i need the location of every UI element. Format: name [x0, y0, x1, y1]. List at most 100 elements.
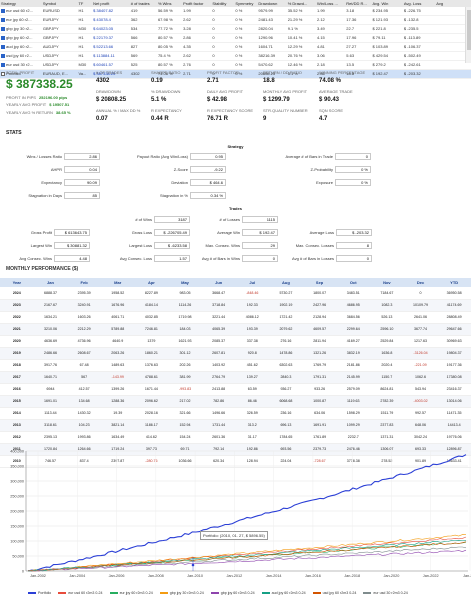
month-header[interactable]: Jan [33, 278, 68, 287]
metric-value: 76.71 R [207, 116, 229, 122]
profit-in-pips: PROFIT IN PIPS 252196.00 pips [6, 95, 68, 100]
column-header[interactable]: % Drawd... [286, 0, 316, 7]
metric-cell: MONTHLY AVG PROFIT $ 1299.79 [263, 89, 321, 103]
month-header[interactable]: YTD [437, 278, 471, 287]
column-header[interactable]: Avg [435, 0, 471, 7]
column-header[interactable]: Win/Loss ... [315, 0, 346, 7]
month-header[interactable]: Nov [370, 278, 404, 287]
y-tick-label: 250,000 [10, 494, 24, 498]
legend-item[interactable]: gbp jpy 60 r2m3 0-24 [210, 591, 255, 595]
month-cell: 3718.84 [201, 299, 236, 312]
column-header[interactable]: Symbol [41, 0, 78, 7]
column-header[interactable]: Profit factor [182, 0, 212, 7]
strategy-row[interactable]: aud jpy 60 r2... AUDJPY H1 $ 52213.66 827 80.… [0, 42, 471, 52]
column-header[interactable]: Drawdown [257, 0, 287, 7]
month-header[interactable]: Mar [100, 278, 135, 287]
column-header[interactable]: Avg. Win [371, 0, 403, 7]
stat-label: Gross Profit [30, 230, 52, 235]
cell-text: 2481.43 [258, 17, 273, 22]
table-scrollbar[interactable] [465, 7, 471, 63]
cell-text: H1 [78, 44, 84, 49]
month-header[interactable]: Oct [336, 278, 371, 287]
stat-value: 8 [336, 242, 372, 249]
month-header[interactable]: Jul [235, 278, 270, 287]
stat-field: Max. Consec. Losses 8 [286, 242, 372, 249]
table-cell: 80.57 % [156, 33, 183, 43]
strategy-row[interactable]: usd jpy 60 r2... USDJPY H1 $ 113884.11 569 75… [0, 51, 471, 61]
table-cell: 5.63 [345, 51, 372, 61]
month-cell: 1640.71 [33, 371, 68, 384]
legend-item[interactable]: eur usd 30 r2m3 0-24 [363, 591, 408, 595]
metric-label: DAILY AVG PROFIT [207, 89, 244, 94]
cell-text: $ 64023.05 [93, 26, 114, 31]
month-cell: 1691.01 [33, 395, 68, 408]
legend-label: eur jpy 60 r2m3 0-24 [119, 591, 153, 595]
column-header[interactable]: Net profit [92, 0, 130, 7]
cell-text: 0 % [235, 35, 243, 40]
row-checkbox[interactable] [1, 26, 5, 31]
month-header[interactable]: Aug [269, 278, 303, 287]
month-cell: -221.09 [403, 359, 438, 372]
metrics-panel: TOTAL PROFIT $ 387338.25 PROFIT IN PIPS 2… [0, 67, 471, 129]
row-checkbox[interactable] [1, 35, 5, 40]
cell-text: gbp jpy 60 r2... [6, 35, 33, 40]
month-header[interactable]: Jun [201, 278, 236, 287]
strategy-row[interactable]: eur jpy 60 r2... EURJPY H1 $ 43078.4 362 67.9… [0, 15, 471, 25]
column-header[interactable]: Ret/DD R... [345, 0, 372, 7]
column-header[interactable]: Stability [211, 0, 235, 7]
scrollbar-thumb[interactable] [467, 10, 471, 50]
table-cell: 0 [211, 42, 235, 52]
table-cell: 80.05 % [156, 42, 183, 52]
month-cell: 2601.36 [201, 431, 236, 444]
month-cell: 1379 [134, 335, 169, 348]
strategy-row[interactable]: eur usd 60 r2... EURUSD H1 $ 38407.82 419 56.… [0, 7, 471, 16]
cell-text: $ 79.11 [372, 35, 386, 40]
row-checkbox[interactable] [1, 44, 5, 49]
column-header[interactable]: Strategy [0, 0, 42, 7]
column-header[interactable]: Symmetry [234, 0, 258, 7]
legend-item[interactable]: usd jpy 60 r2m3 0-24 [312, 591, 356, 595]
legend-item[interactable]: aud jpy 60 r2m3 0-24 [261, 591, 306, 595]
table-cell: 0 % [234, 42, 258, 52]
column-header[interactable]: # of trades [129, 0, 157, 7]
column-header[interactable]: Avg. Loss [402, 0, 436, 7]
month-header[interactable]: Feb [67, 278, 101, 287]
table-cell: $ -132.8 [402, 15, 436, 25]
cell-text: 12.29 % [287, 44, 303, 49]
month-cell: 1099.29 [336, 419, 371, 432]
legend-item[interactable]: Portfolio [28, 591, 51, 595]
month-cell: 1321.26 [302, 347, 337, 360]
cell-text: 566 [130, 35, 138, 40]
month-header[interactable]: Dec [403, 278, 438, 287]
column-header[interactable]: % Wins [156, 0, 183, 7]
month-cell: 1731.44 [201, 419, 236, 432]
month-cell: 41174.69 [437, 299, 471, 312]
legend-item[interactable]: gbp jpy 30 r2m3 0-24 [159, 591, 204, 595]
row-checkbox[interactable] [1, 17, 5, 22]
row-checkbox[interactable] [1, 8, 5, 13]
month-cell: 2377.83 [370, 419, 404, 432]
strategy-row[interactable]: gbp jpy 30 r2... GBPJPY M30 $ 64023.05 534 77… [0, 24, 471, 34]
table-cell: 362 [129, 15, 157, 25]
month-cell: 4788.61 [134, 371, 169, 384]
month-header[interactable]: Year [0, 278, 34, 287]
month-cell: -993.83 [168, 383, 202, 396]
stats-panel: STATS Strategy Wins / Losses Ratio 2.86 Pa… [0, 129, 471, 264]
month-header[interactable]: May [168, 278, 202, 287]
stat-field: Largest Win $ 30881.32 [4, 242, 90, 249]
x-tick-label: Jan-2022 [423, 574, 439, 578]
month-header[interactable]: Apr [134, 278, 169, 287]
row-checkbox[interactable] [1, 53, 5, 58]
month-cell: 1671.44 [134, 383, 169, 396]
legend-item[interactable]: eur usd 60 r2m3 0-24 [58, 591, 103, 595]
stat-value: $ 192.47 [242, 229, 278, 236]
legend-item[interactable]: eur jpy 60 r2m3 0-24 [109, 591, 153, 595]
table-cell: $ 113884.11 [92, 51, 130, 61]
table-cell: 75.4 % [156, 51, 183, 61]
strategy-row[interactable]: gbp jpy 60 r2... GBPJPY H1 $ 22179.37 566 80.… [0, 33, 471, 43]
table-cell: 3.49 [315, 24, 346, 34]
column-header[interactable]: TF [77, 0, 93, 7]
month-header[interactable]: Sep [302, 278, 337, 287]
cell-text: 17.96 [346, 35, 357, 40]
month-cell: 1113.44 [33, 407, 68, 420]
